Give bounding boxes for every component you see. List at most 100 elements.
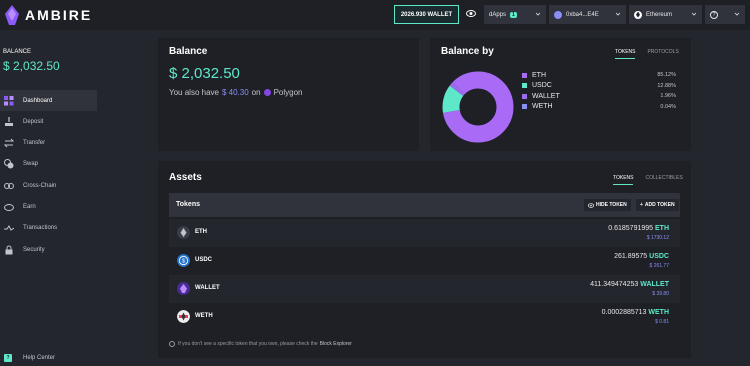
sidebar-item-label: Swap xyxy=(23,160,39,167)
token-amount: 411.349474253 xyxy=(590,281,639,288)
assets-title: Assets xyxy=(169,172,202,183)
network-name: Ethereum xyxy=(646,11,673,18)
dapps-selector[interactable]: dApps 1 xyxy=(484,5,546,24)
legend-swatch xyxy=(522,72,527,78)
network-selector[interactable]: Ethereum xyxy=(629,5,702,24)
plus-icon: + xyxy=(640,202,643,208)
sidebar-item-earn[interactable]: Earn xyxy=(0,196,97,217)
token-amount: 0.0002885713 xyxy=(601,309,647,316)
balance-legend: ETH 85.12% USDC 12.88% WALLET 1.96% WETH… xyxy=(522,70,676,112)
sidebar-item-deposit[interactable]: Deposit xyxy=(0,111,97,132)
assets-tabs: TOKENS COLLECTIBLES xyxy=(601,175,683,185)
tokens-header-title: Tokens xyxy=(176,201,200,208)
other-network-name[interactable]: Polygon xyxy=(274,88,303,97)
balance-by-card: Balance by TOKENS PROTOCOLS ETH 85.12% U… xyxy=(430,38,691,151)
other-amount-int: $ 40. xyxy=(221,88,240,97)
token-symbol: WALLET xyxy=(195,285,220,291)
sidebar-item-transfer[interactable]: Transfer xyxy=(0,132,97,153)
token-row-wallet[interactable]: WALLET 411.349474253 WALLET $ 39.80 xyxy=(169,275,680,303)
app-name: AMBIRE xyxy=(25,7,93,23)
legend-item-eth: ETH 85.12% xyxy=(522,70,676,81)
sidebar-balance: $ 2,032.50 xyxy=(3,59,60,73)
legend-pct: 1.96% xyxy=(660,93,676,100)
sidebar-balance-dec: 50 xyxy=(46,59,60,73)
add-token-button[interactable]: + ADD TOKEN xyxy=(636,199,679,211)
balance-card: Balance $ 2,032.50 You also have $ 40.30… xyxy=(158,38,419,151)
legend-swatch xyxy=(522,104,527,110)
dapps-label: dApps xyxy=(489,11,507,18)
tab-tokens[interactable]: TOKENS xyxy=(615,49,636,59)
sidebar-item-swap[interactable]: Swap xyxy=(0,153,97,174)
ambire-logo[interactable]: AMBIRE xyxy=(5,5,92,25)
sidebar-item-security[interactable]: Security xyxy=(0,239,97,260)
tab-collectibles[interactable]: COLLECTIBLES xyxy=(645,175,682,185)
wallet-rewards-button[interactable]: 2026.930 WALLET xyxy=(394,5,459,24)
also-prefix: You also have xyxy=(169,88,219,97)
tab-protocols[interactable]: PROTOCOLS xyxy=(647,49,678,59)
chevron-down-icon xyxy=(615,12,621,16)
polygon-icon xyxy=(263,89,271,96)
ethereum-icon xyxy=(634,10,642,19)
balance-by-tabs: TOKENS PROTOCOLS xyxy=(603,49,679,59)
other-amount-dec: 30 xyxy=(239,88,249,97)
token-usd-value: $ 39.80 xyxy=(652,291,669,297)
also-on: on xyxy=(251,88,261,97)
account-address: 0xba4...E4E xyxy=(566,11,599,18)
total-balance-int: $ 2,032. xyxy=(169,65,224,82)
chevron-down-icon xyxy=(691,12,697,16)
account-avatar xyxy=(554,10,562,19)
tab-tokens[interactable]: TOKENS xyxy=(613,175,634,185)
missing-token-text: If you don't see a specific token that y… xyxy=(178,341,318,347)
account-selector[interactable]: 0xba4...E4E xyxy=(549,5,626,24)
hide-token-label: HIDE TOKEN xyxy=(596,202,627,208)
balance-by-title: Balance by xyxy=(441,46,494,57)
legend-pct: 85.12% xyxy=(657,72,676,79)
tokens-header: Tokens HIDE TOKEN + ADD TOKEN xyxy=(169,193,680,217)
legend-name: WALLET xyxy=(532,92,560,100)
legend-pct: 12.88% xyxy=(657,82,676,89)
help-center-label: Help Center xyxy=(23,355,56,361)
balance-donut-chart xyxy=(442,71,514,143)
transactions-icon xyxy=(4,224,14,231)
token-row-weth[interactable]: WETH 0.0002885713 WETH $ 0.81 xyxy=(169,303,680,331)
token-usd-value: $ 1730.12 xyxy=(646,235,669,241)
token-balance: 261.89575 USDC xyxy=(614,253,669,260)
token-amount-symbol: WALLET xyxy=(640,281,669,288)
sidebar-item-transactions[interactable]: Transactions xyxy=(0,217,97,238)
token-amount-symbol: WETH xyxy=(648,309,669,316)
ambire-logo-icon xyxy=(5,5,19,25)
cross-chain-icon xyxy=(4,182,14,189)
token-symbol: USDC xyxy=(195,257,213,263)
svg-text:$: $ xyxy=(182,259,185,265)
token-row-usdc[interactable]: $ USDC 261.89575 USDC $ 261.77 xyxy=(169,247,680,275)
sidebar-item-dashboard[interactable]: Dashboard xyxy=(0,90,97,111)
legend-name: USDC xyxy=(532,82,552,90)
earn-icon xyxy=(4,203,14,211)
add-token-label: ADD TOKEN xyxy=(644,202,675,208)
token-usd-value: $ 261.77 xyxy=(649,263,669,269)
other-network-amount[interactable]: $ 40.30 xyxy=(222,88,249,97)
help-center-link[interactable]: ? Help Center xyxy=(4,354,55,362)
eye-icon[interactable] xyxy=(466,9,476,18)
sidebar-item-cross-chain[interactable]: Cross-Chain xyxy=(0,175,97,196)
hide-token-button[interactable]: HIDE TOKEN xyxy=(584,199,631,211)
help-menu[interactable]: ? xyxy=(705,5,745,24)
legend-swatch xyxy=(522,83,527,89)
block-explorer-link[interactable]: Block Explorer xyxy=(320,341,352,347)
legend-pct: 0.04% xyxy=(660,103,676,110)
token-row-eth[interactable]: ETH 0.6185791995 ETH $ 1730.12 xyxy=(169,219,680,247)
legend-swatch xyxy=(522,93,527,99)
token-amount-symbol: ETH xyxy=(655,225,669,232)
sidebar-item-label: Earn xyxy=(23,203,36,210)
lock-icon xyxy=(5,245,13,254)
other-network-balance: You also have $ 40.30 on Polygon xyxy=(169,88,303,97)
sidebar-item-label: Deposit xyxy=(23,118,44,125)
eth-token-icon xyxy=(177,226,190,239)
balance-title: Balance xyxy=(169,46,208,57)
chevron-down-icon xyxy=(535,12,541,16)
eye-icon xyxy=(588,202,594,208)
legend-item-weth: WETH 0.04% xyxy=(522,102,676,113)
sidebar-item-label: Cross-Chain xyxy=(23,182,57,189)
sidebar-item-label: Transactions xyxy=(23,224,58,231)
token-usd-value: $ 0.81 xyxy=(655,319,669,325)
